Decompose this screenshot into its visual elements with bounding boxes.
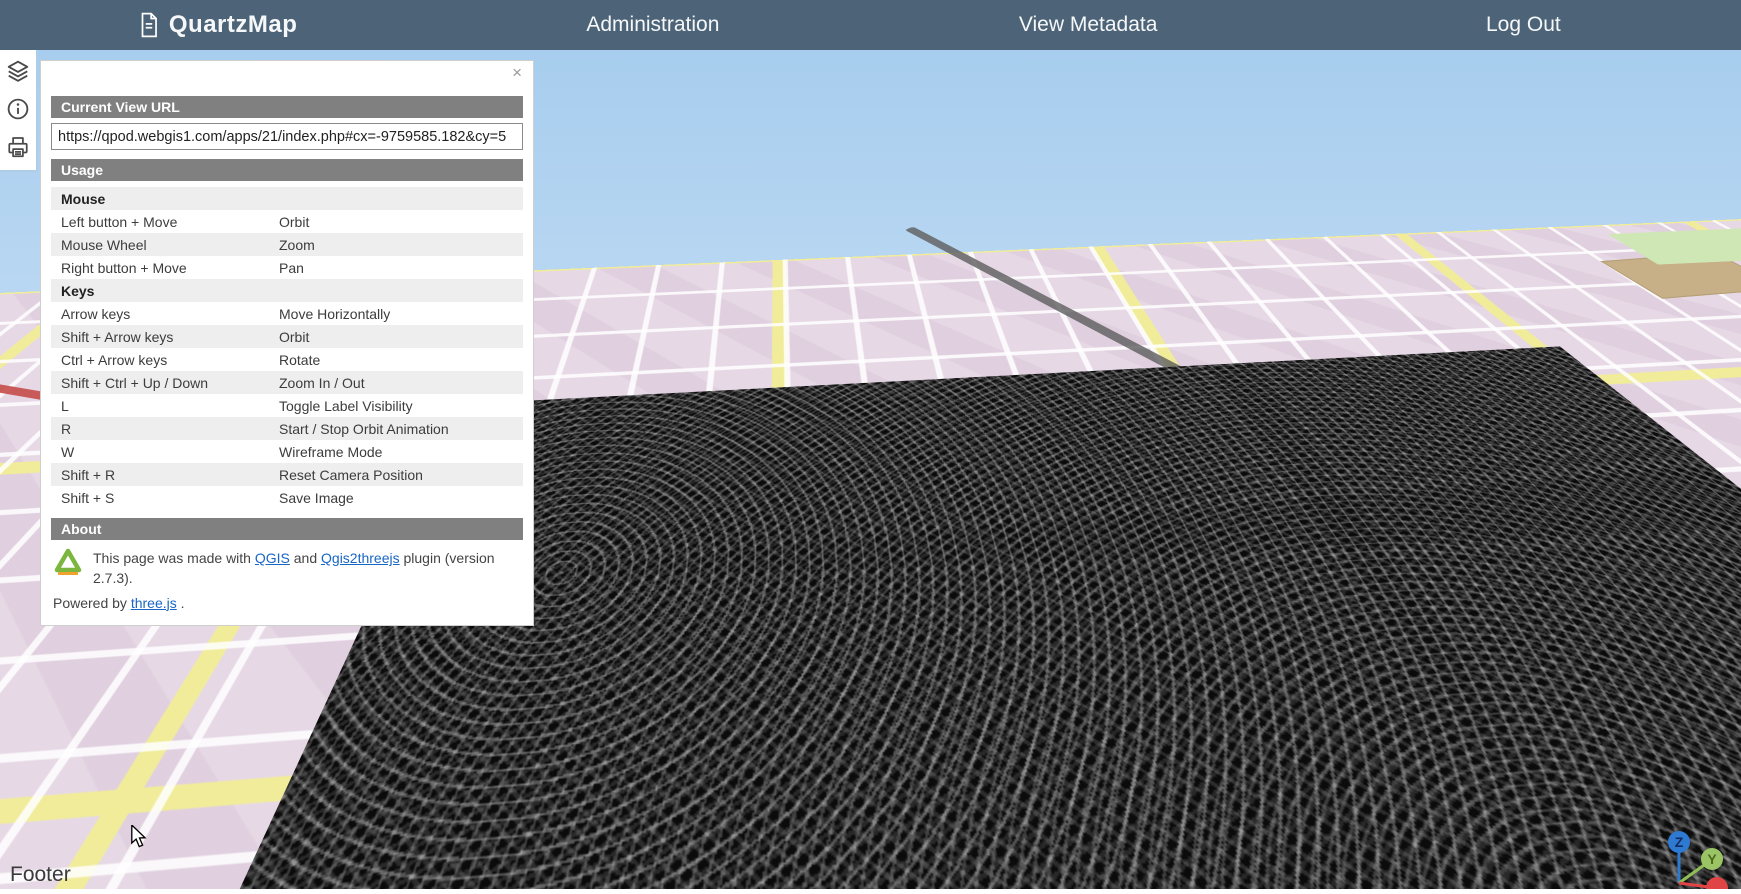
printer-icon xyxy=(6,135,30,159)
usage-key: Shift + Arrow keys xyxy=(61,329,279,345)
about-header: About xyxy=(51,518,523,540)
usage-value: Rotate xyxy=(279,352,320,368)
usage-row: Shift + S Save Image xyxy=(51,486,523,509)
usage-value: Orbit xyxy=(279,329,309,345)
about-block: This page was made with QGIS and Qgis2th… xyxy=(51,540,523,591)
threejs-link[interactable]: three.js xyxy=(131,595,177,611)
usage-value: Toggle Label Visibility xyxy=(279,398,413,414)
about-text-part: and xyxy=(290,550,321,566)
gizmo-z-axis: Z xyxy=(1668,831,1690,853)
usage-value: Move Horizontally xyxy=(279,306,390,322)
green-area xyxy=(1607,228,1741,265)
axis-gizmo[interactable]: Z Y xyxy=(1659,829,1735,889)
layers-button[interactable] xyxy=(5,58,31,84)
qgis2threejs-link[interactable]: Qgis2threejs xyxy=(321,550,400,566)
usage-value: Reset Camera Position xyxy=(279,467,423,483)
footer-text: Footer xyxy=(10,863,71,887)
usage-key: Mouse xyxy=(61,191,279,207)
svg-text:Y: Y xyxy=(1707,851,1717,867)
close-icon[interactable]: × xyxy=(512,64,522,81)
usage-row: Shift + R Reset Camera Position xyxy=(51,463,523,486)
usage-row: Arrow keys Move Horizontally xyxy=(51,302,523,325)
usage-row: L Toggle Label Visibility xyxy=(51,394,523,417)
powered-text-part: . xyxy=(177,595,185,611)
usage-group-keys: Keys xyxy=(51,279,523,302)
nav-item-administration[interactable]: Administration xyxy=(435,0,870,50)
document-icon xyxy=(138,12,160,38)
qgis-link[interactable]: QGIS xyxy=(255,550,290,566)
gizmo-x-axis xyxy=(1706,877,1728,889)
powered-text-part: Powered by xyxy=(53,595,131,611)
svg-text:Z: Z xyxy=(1675,834,1684,850)
nav-item-label: Administration xyxy=(586,13,719,37)
usage-key: Left button + Move xyxy=(61,214,279,230)
usage-value: Orbit xyxy=(279,214,309,230)
usage-value: Save Image xyxy=(279,490,354,506)
about-text: This page was made with QGIS and Qgis2th… xyxy=(93,548,521,589)
powered-by-line: Powered by three.js . xyxy=(51,591,523,613)
gizmo-y-axis: Y xyxy=(1701,848,1723,870)
usage-key: Shift + Ctrl + Up / Down xyxy=(61,375,279,391)
info-icon xyxy=(6,97,30,121)
nav-item-view-metadata[interactable]: View Metadata xyxy=(871,0,1306,50)
usage-key: R xyxy=(61,421,279,437)
top-navbar: QuartzMap Administration View Metadata L… xyxy=(0,0,1741,50)
usage-row: R Start / Stop Orbit Animation xyxy=(51,417,523,440)
usage-key: Right button + Move xyxy=(61,260,279,276)
usage-key: Shift + R xyxy=(61,467,279,483)
nav-item-label: View Metadata xyxy=(1019,13,1158,37)
usage-value: Zoom xyxy=(279,237,315,253)
current-view-url-input[interactable] xyxy=(51,123,523,150)
usage-key: Ctrl + Arrow keys xyxy=(61,352,279,368)
usage-key: W xyxy=(61,444,279,460)
usage-key: Keys xyxy=(61,283,279,299)
layers-icon xyxy=(6,59,30,83)
usage-key: Arrow keys xyxy=(61,306,279,322)
usage-value: Start / Stop Orbit Animation xyxy=(279,421,449,437)
usage-row: Ctrl + Arrow keys Rotate xyxy=(51,348,523,371)
usage-row: Mouse Wheel Zoom xyxy=(51,233,523,256)
usage-key: L xyxy=(61,398,279,414)
brand-label: QuartzMap xyxy=(169,11,298,39)
info-button[interactable] xyxy=(5,96,31,122)
nav-item-log-out[interactable]: Log Out xyxy=(1306,0,1741,50)
usage-row: W Wireframe Mode xyxy=(51,440,523,463)
current-view-url-header: Current View URL xyxy=(51,96,523,118)
print-button[interactable] xyxy=(5,134,31,160)
usage-key: Shift + S xyxy=(61,490,279,506)
usage-header: Usage xyxy=(51,159,523,181)
usage-value: Zoom In / Out xyxy=(279,375,365,391)
usage-group-mouse: Mouse xyxy=(51,187,523,210)
nav-item-label: Log Out xyxy=(1486,13,1561,37)
usage-table: Mouse Left button + Move Orbit Mouse Whe… xyxy=(51,187,523,509)
brand-link[interactable]: QuartzMap xyxy=(0,0,435,50)
about-text-part: This page was made with xyxy=(93,550,255,566)
usage-row: Left button + Move Orbit xyxy=(51,210,523,233)
usage-row: Shift + Ctrl + Up / Down Zoom In / Out xyxy=(51,371,523,394)
usage-value: Wireframe Mode xyxy=(279,444,382,460)
map-toolbar xyxy=(0,50,38,172)
usage-key: Mouse Wheel xyxy=(61,237,279,253)
usage-row: Shift + Arrow keys Orbit xyxy=(51,325,523,348)
info-panel: × Current View URL Usage Mouse Left butt… xyxy=(40,60,534,626)
usage-value: Pan xyxy=(279,260,304,276)
qgis2threejs-logo-icon xyxy=(53,548,83,589)
usage-row: Right button + Move Pan xyxy=(51,256,523,279)
